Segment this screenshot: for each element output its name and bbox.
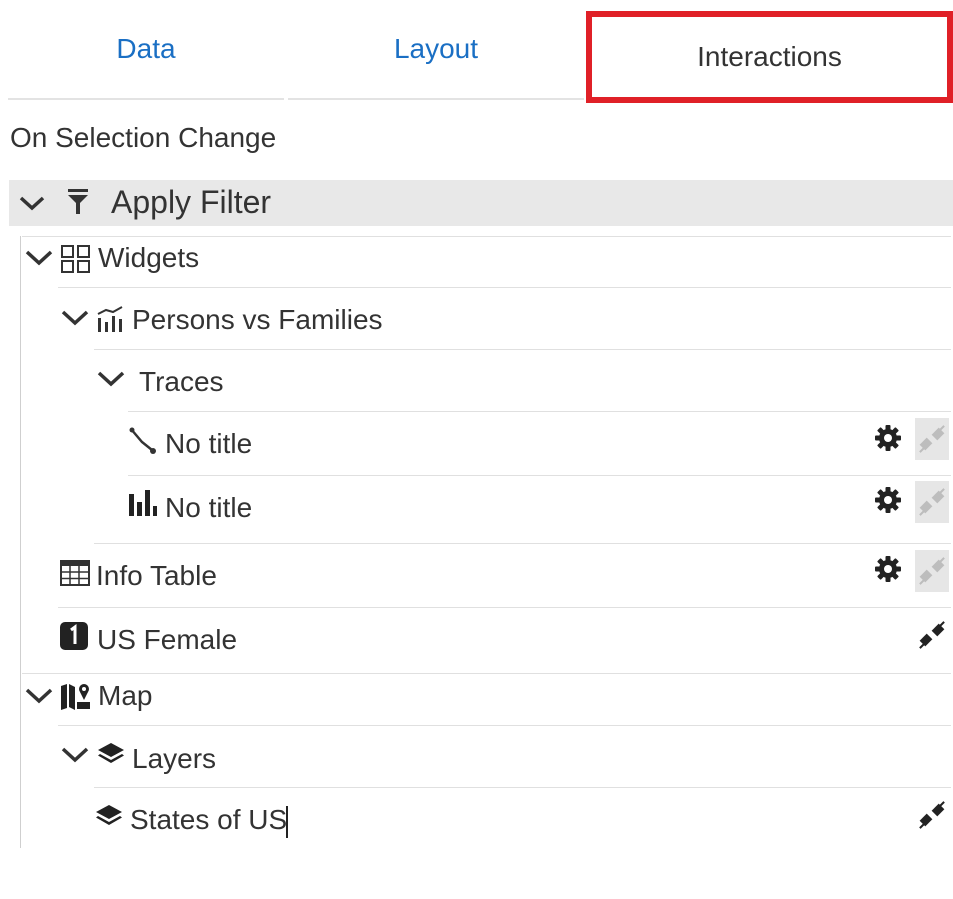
chevron-down-icon[interactable]: [96, 367, 126, 391]
chevron-down-icon[interactable]: [60, 743, 90, 767]
chart-icon: [97, 306, 123, 332]
line-trace-icon: [129, 427, 156, 454]
chevron-down-icon[interactable]: [60, 306, 90, 330]
plug-button-disabled[interactable]: [915, 418, 949, 460]
plug-button[interactable]: [917, 620, 947, 650]
divider: [22, 673, 951, 674]
gear-icon[interactable]: [874, 424, 902, 452]
tree-item-label: No title: [165, 428, 253, 459]
bar-chart-icon: [129, 490, 157, 516]
map-icon: [61, 684, 90, 710]
plug-button-disabled[interactable]: [915, 550, 949, 592]
section-title: On Selection Change: [10, 122, 277, 153]
text-cursor: [286, 806, 288, 838]
divider: [94, 543, 951, 544]
plug-icon: [919, 425, 945, 453]
divider: [128, 411, 951, 412]
tree-item-label: Info Table: [96, 560, 217, 591]
tree-item-label: Layers: [132, 743, 217, 774]
tab-layout[interactable]: Layout: [288, 0, 584, 100]
plug-icon: [919, 621, 945, 649]
apply-filter-label: Apply Filter: [111, 184, 272, 220]
divider: [94, 349, 951, 350]
divider: [58, 287, 951, 288]
tree-item-label: Widgets: [98, 242, 200, 273]
plug-button[interactable]: [917, 800, 947, 830]
tab-interactions[interactable]: Interactions: [586, 11, 953, 103]
plug-icon: [919, 488, 945, 516]
divider: [22, 236, 951, 237]
tree-item-label: Traces: [139, 366, 224, 397]
chevron-down-icon[interactable]: [17, 188, 47, 218]
table-icon: [60, 560, 90, 586]
tree-item-label: States of US: [130, 804, 288, 835]
widgets-icon: [61, 245, 90, 273]
divider: [58, 607, 951, 608]
tab-interactions-label: Interactions: [697, 41, 842, 72]
plug-icon: [919, 557, 945, 585]
divider: [58, 725, 951, 726]
gear-icon[interactable]: [874, 486, 902, 514]
filter-icon: [68, 189, 88, 214]
layers-icon: [98, 743, 124, 763]
divider: [128, 475, 951, 476]
plug-icon: [919, 801, 945, 829]
apply-filter-header[interactable]: Apply Filter: [9, 180, 953, 226]
gear-icon[interactable]: [874, 555, 902, 583]
divider: [94, 787, 951, 788]
chevron-down-icon[interactable]: [24, 246, 54, 270]
tab-data[interactable]: Data: [8, 0, 284, 100]
chevron-down-icon[interactable]: [24, 684, 54, 708]
tree-item-label: Persons vs Families: [132, 304, 383, 335]
tree-guide-line: [20, 236, 21, 848]
plug-button-disabled[interactable]: [915, 481, 949, 523]
tree-item-label: Map: [98, 680, 153, 711]
tab-data-label: Data: [116, 33, 176, 64]
layers-icon: [96, 805, 122, 825]
number-one-icon: [60, 622, 88, 650]
tree-item-label: No title: [165, 492, 253, 523]
tree-item-label: US Female: [97, 624, 238, 655]
tab-layout-label: Layout: [393, 33, 479, 64]
